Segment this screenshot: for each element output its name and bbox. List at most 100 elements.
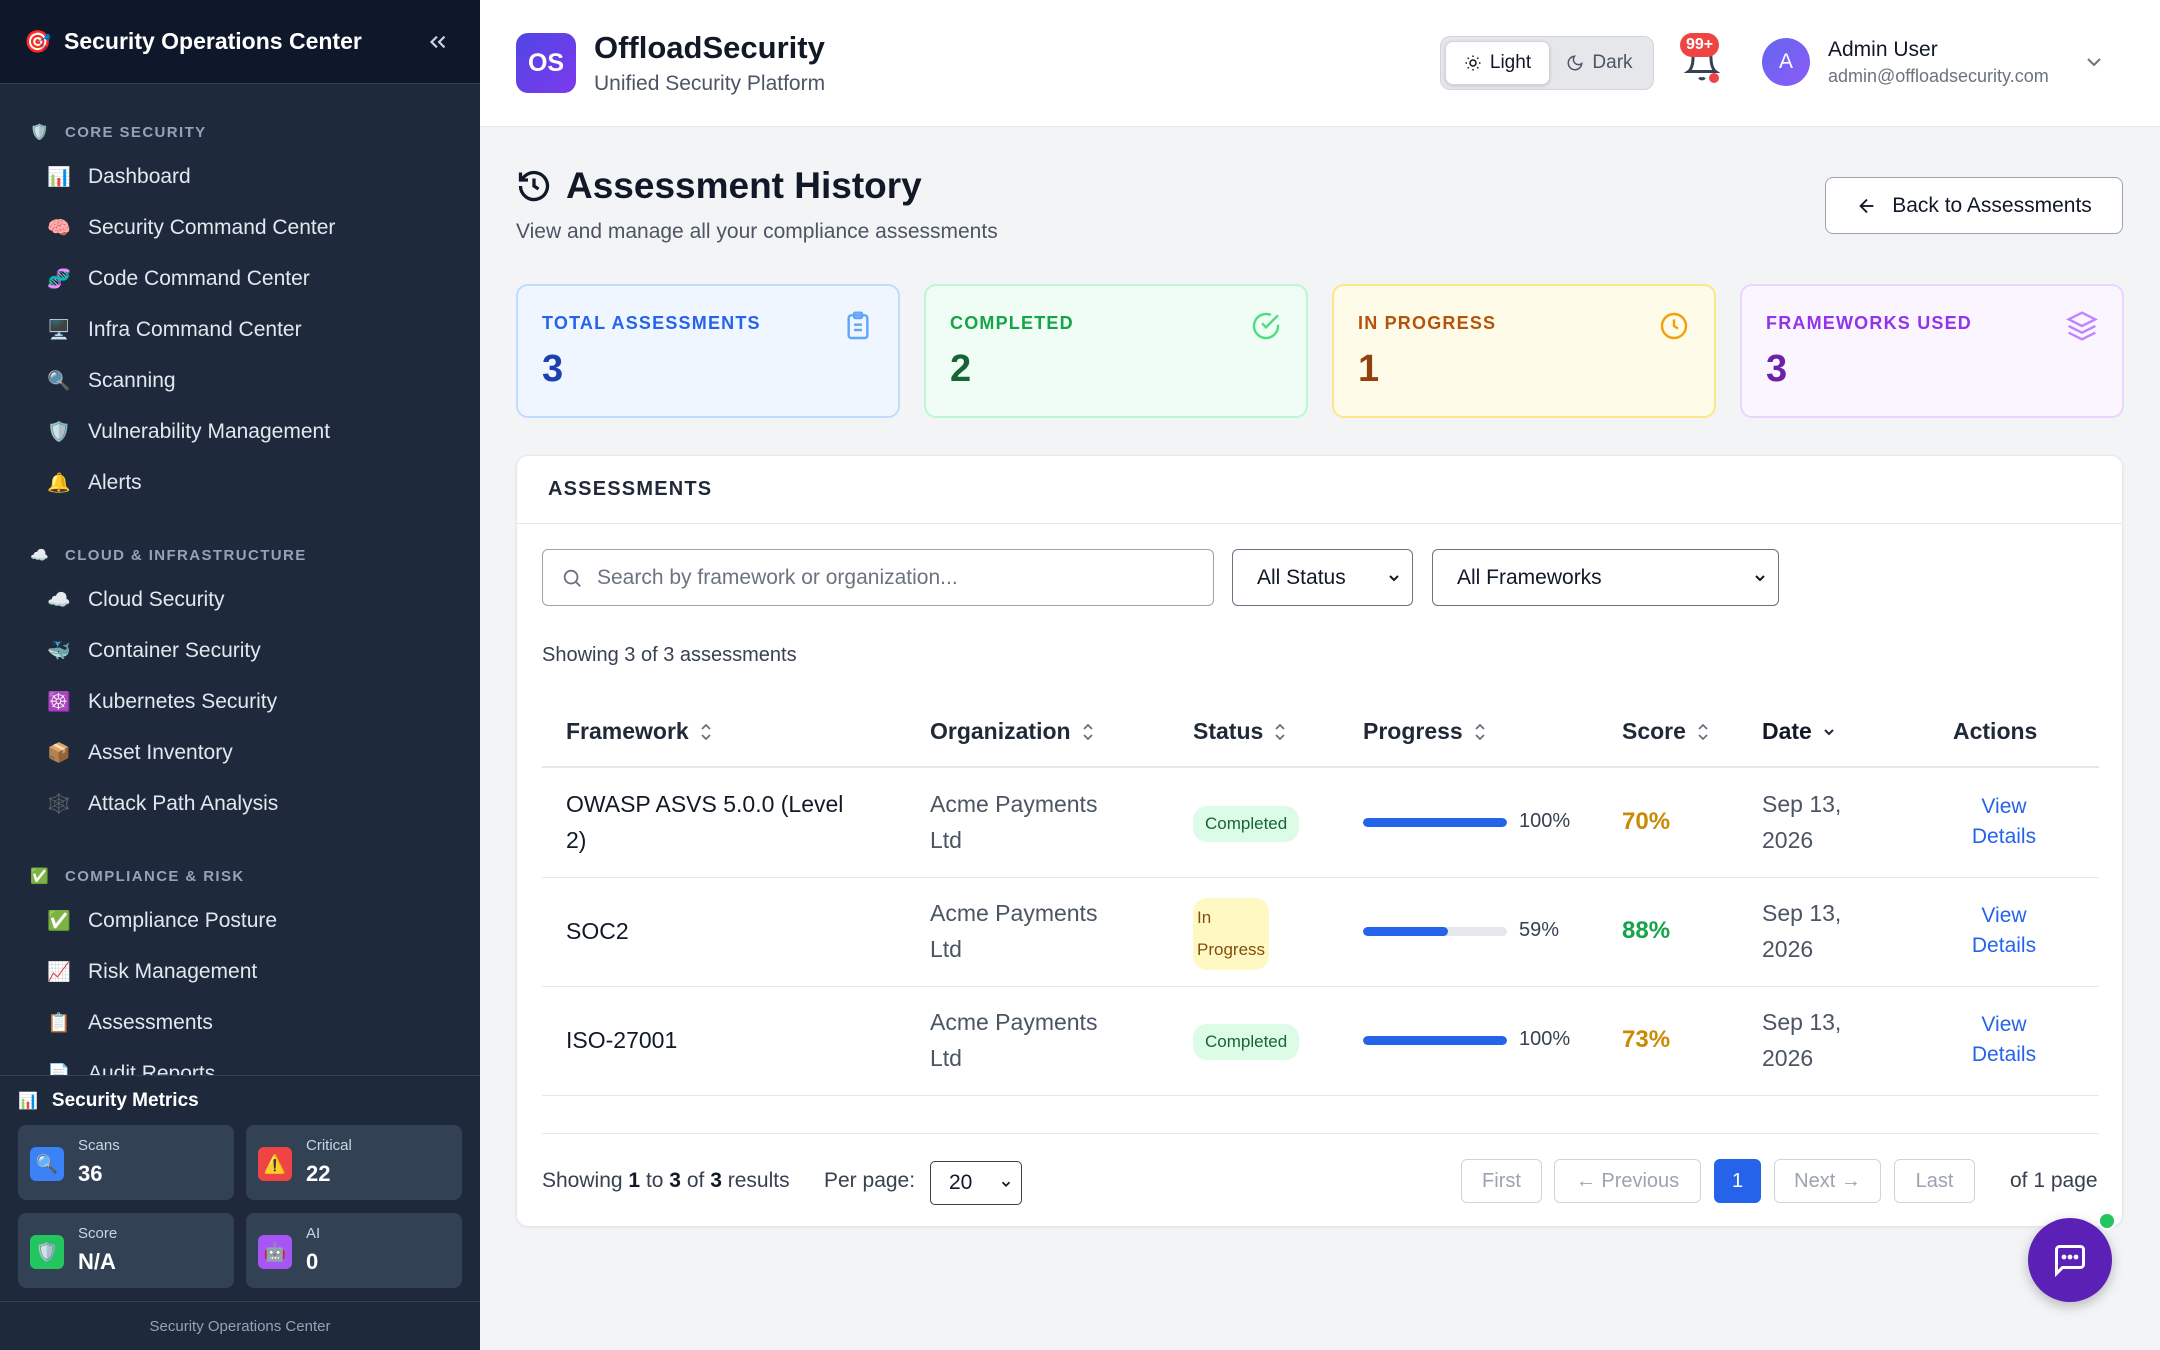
chevron-down-icon[interactable] bbox=[2082, 50, 2106, 74]
first-page-button[interactable]: First bbox=[1461, 1159, 1542, 1203]
sidebar-item-label: Kubernetes Security bbox=[88, 689, 278, 713]
row-divider bbox=[542, 877, 2099, 878]
sidebar-item-kubernetes-security[interactable]: ☸️ Kubernetes Security bbox=[0, 676, 480, 727]
sidebar-item-infra-command-center[interactable]: 🖥️ Infra Command Center bbox=[0, 304, 480, 355]
sidebar-item-label: Asset Inventory bbox=[88, 740, 233, 764]
sidebar-item-cloud-security[interactable]: ☁️ Cloud Security bbox=[0, 574, 480, 625]
sidebar-item-risk-management[interactable]: 📈 Risk Management bbox=[0, 946, 480, 997]
metric-ai[interactable]: 🤖 AI 0 bbox=[246, 1213, 462, 1288]
stat-value: 2 bbox=[950, 348, 972, 390]
nav-icon: 📄 bbox=[47, 1063, 71, 1076]
sidebar-item-label: Assessments bbox=[88, 1010, 213, 1034]
stat-frameworks-used: FRAMEWORKS USED 3 bbox=[1740, 284, 2124, 418]
status-filter-value: All Status bbox=[1257, 565, 1346, 589]
stat-in-progress: IN PROGRESS 1 bbox=[1332, 284, 1716, 418]
sidebar-item-label: Compliance Posture bbox=[88, 908, 278, 932]
user-name[interactable]: Admin User bbox=[1828, 38, 1938, 62]
sidebar-item-scanning[interactable]: 🔍 Scanning bbox=[0, 355, 480, 406]
metric-value: N/A bbox=[78, 1249, 116, 1274]
metric-scans[interactable]: 🔍 Scans 36 bbox=[18, 1125, 234, 1200]
sidebar-item-asset-inventory[interactable]: 📦 Asset Inventory bbox=[0, 727, 480, 778]
sidebar-item-security-command-center[interactable]: 🧠 Security Command Center bbox=[0, 202, 480, 253]
stat-label: IN PROGRESS bbox=[1358, 313, 1497, 333]
last-page-button[interactable]: Last bbox=[1894, 1159, 1975, 1203]
view-details-link[interactable]: View Details bbox=[1949, 792, 2059, 852]
chart-icon: 📊 bbox=[18, 1093, 38, 1110]
online-status-dot bbox=[2098, 1212, 2116, 1230]
sidebar-item-vulnerability-management[interactable]: 🛡️ Vulnerability Management bbox=[0, 406, 480, 457]
progress-percent: 59% bbox=[1519, 919, 1560, 941]
framework-filter-select[interactable]: All Frameworks bbox=[1432, 549, 1779, 606]
chevron-down-icon bbox=[1389, 575, 1399, 582]
column-framework[interactable]: Framework bbox=[566, 718, 713, 745]
per-page-select[interactable]: 20 bbox=[930, 1161, 1022, 1205]
nav-icon: 📦 bbox=[47, 742, 71, 764]
sidebar-item-code-command-center[interactable]: 🧬 Code Command Center bbox=[0, 253, 480, 304]
nav-icon: 🛡️ bbox=[47, 421, 71, 443]
framework-cell: SOC2 bbox=[566, 918, 629, 944]
sidebar-item-assessments[interactable]: 📋 Assessments bbox=[0, 997, 480, 1048]
brand-logo[interactable]: OS bbox=[516, 33, 576, 93]
sidebar-item-audit-reports[interactable]: 📄 Audit Reports bbox=[0, 1048, 480, 1076]
search-input[interactable] bbox=[597, 565, 1197, 590]
page-1-button[interactable]: 1 bbox=[1714, 1159, 1761, 1203]
framework-filter-value: All Frameworks bbox=[1457, 565, 1602, 589]
brand-name: OffloadSecurity bbox=[594, 30, 825, 65]
sidebar-item-label: Code Command Center bbox=[88, 266, 310, 290]
sidebar-item-dashboard[interactable]: 📊 Dashboard bbox=[0, 151, 480, 202]
search-box[interactable] bbox=[542, 549, 1214, 606]
magnifier-icon: 🔍 bbox=[30, 1147, 64, 1181]
security-metrics-title: 📊 Security Metrics bbox=[18, 1090, 199, 1111]
page-title: Assessment History bbox=[516, 165, 922, 207]
column-progress[interactable]: Progress bbox=[1363, 718, 1487, 745]
sidebar-item-label: Infra Command Center bbox=[88, 317, 302, 341]
brand-subtitle: Unified Security Platform bbox=[594, 72, 826, 95]
robot-icon: 🤖 bbox=[258, 1235, 292, 1269]
view-details-link[interactable]: View Details bbox=[1949, 1010, 2059, 1070]
column-actions: Actions bbox=[1953, 718, 2038, 744]
sidebar-item-alerts[interactable]: 🔔 Alerts bbox=[0, 457, 480, 508]
progress-percent: 100% bbox=[1519, 1028, 1571, 1050]
sort-icon bbox=[1275, 723, 1285, 740]
stat-label: FRAMEWORKS USED bbox=[1766, 313, 1972, 333]
sidebar-footer: Security Operations Center bbox=[0, 1301, 480, 1350]
column-status[interactable]: Status bbox=[1193, 718, 1287, 745]
sidebar-item-container-security[interactable]: 🐳 Container Security bbox=[0, 625, 480, 676]
column-score[interactable]: Score bbox=[1622, 718, 1710, 745]
framework-cell: ISO-27001 bbox=[566, 1027, 678, 1053]
framework-cell: OWASP ASVS 5.0.0 (Level 2) bbox=[566, 791, 844, 853]
top-header: OS OffloadSecurity Unified Security Plat… bbox=[480, 0, 2160, 127]
column-organization[interactable]: Organization bbox=[930, 718, 1095, 745]
previous-page-button[interactable]: ← Previous bbox=[1554, 1159, 1701, 1203]
status-filter-select[interactable]: All Status bbox=[1232, 549, 1413, 606]
theme-toggle: Light Dark bbox=[1440, 36, 1654, 90]
dark-label: Dark bbox=[1592, 52, 1633, 73]
metric-score[interactable]: 🛡️ Score N/A bbox=[18, 1213, 234, 1288]
sidebar-item-compliance-posture[interactable]: ✅ Compliance Posture bbox=[0, 895, 480, 946]
chevron-down-icon bbox=[1755, 575, 1765, 582]
clipboard-icon bbox=[847, 311, 869, 340]
nav-icon: ✅ bbox=[47, 910, 71, 932]
sidebar-item-attack-path-analysis[interactable]: 🕸️ Attack Path Analysis bbox=[0, 778, 480, 829]
next-page-button[interactable]: Next → bbox=[1774, 1159, 1881, 1203]
nav-icon: 🧠 bbox=[47, 217, 71, 239]
metric-critical[interactable]: ⚠️ Critical 22 bbox=[246, 1125, 462, 1200]
nav-icon: 🔍 bbox=[47, 370, 71, 392]
sun-icon bbox=[1465, 55, 1481, 71]
back-to-assessments-button[interactable]: Back to Assessments bbox=[1825, 177, 2123, 234]
results-summary: Showing 1 to 3 of 3 results bbox=[542, 1169, 790, 1192]
view-details-link[interactable]: View Details bbox=[1949, 901, 2059, 961]
collapse-sidebar-button[interactable] bbox=[420, 24, 456, 60]
avatar[interactable]: A bbox=[1762, 38, 1810, 86]
organization-cell: Acme Payments Ltd bbox=[930, 900, 1098, 962]
dark-theme-button[interactable]: Dark bbox=[1550, 41, 1649, 85]
chat-button[interactable] bbox=[2028, 1218, 2112, 1302]
clock-icon bbox=[1660, 312, 1688, 340]
light-theme-button[interactable]: Light bbox=[1445, 41, 1550, 85]
status-badge: In Progress bbox=[1193, 898, 1270, 970]
column-date[interactable]: Date bbox=[1762, 718, 1836, 745]
stat-label: TOTAL ASSESSMENTS bbox=[542, 313, 761, 333]
section-icon: ☁️ bbox=[30, 547, 51, 564]
shield-icon: 🛡️ bbox=[30, 1235, 64, 1269]
sidebar-section-heading: 🛡️ CORE SECURITY bbox=[30, 124, 207, 141]
